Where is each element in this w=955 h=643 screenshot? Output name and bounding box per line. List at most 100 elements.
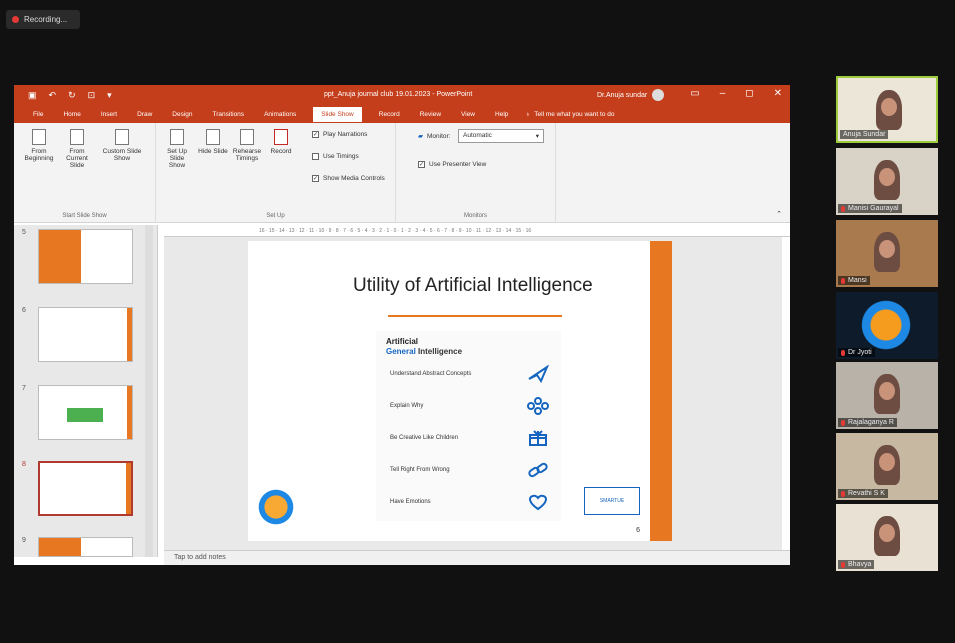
slide-thumbnails-pane: 5 6 7 8 9 [14, 225, 158, 557]
rehearse-icon [240, 129, 254, 145]
agi-item: Be Creative Like Children [382, 425, 557, 451]
agi-item-text: Be Creative Like Children [390, 435, 459, 441]
thumbnail-image [38, 537, 133, 557]
custom-show-icon [115, 129, 129, 145]
from-beginning-button[interactable]: From Beginning [24, 129, 54, 162]
tab-insert[interactable]: Insert [98, 107, 120, 122]
title-underline [388, 315, 562, 317]
show-media-controls-checkbox[interactable]: ✓ Show Media Controls [312, 175, 385, 182]
participant-video [874, 516, 900, 556]
recording-indicator[interactable]: Recording... [6, 10, 80, 29]
save-icon[interactable]: ▣ [28, 90, 37, 101]
participant-name: Mansi [848, 277, 867, 284]
agi-item-text: Have Emotions [390, 499, 431, 505]
participant-name: Revathi S K [848, 490, 885, 497]
participant-tile[interactable]: Dr Jyoti [836, 292, 938, 359]
participant-label: Manisi Gaurayal [838, 204, 902, 213]
user-name: Dr.Anuja sundar [597, 91, 648, 99]
agi-item-text: Understand Abstract Concepts [390, 371, 472, 377]
play-narrations-checkbox[interactable]: ✓ Play Narrations [312, 131, 367, 138]
participant-name: Manisi Gaurayal [848, 205, 899, 212]
agi-infographic: Artificial General Intelligence Understa… [376, 331, 561, 521]
customize-toolbar-icon[interactable]: ▾ [107, 90, 112, 101]
notes-pane[interactable]: Tap to add notes [164, 550, 790, 565]
undo-icon[interactable]: ↶ [49, 90, 57, 101]
tell-me-search[interactable]: ♁ Tell me what you want to do [525, 111, 614, 118]
hide-slide-button[interactable]: Hide Slide [198, 129, 228, 155]
record-label: Record [270, 148, 292, 155]
agi-item-text: Explain Why [390, 403, 424, 409]
monitor-icon: ▰ [418, 133, 423, 140]
tab-transitions[interactable]: Transitions [210, 107, 248, 122]
thumbnail-image [38, 385, 133, 440]
collapse-ribbon-icon[interactable]: ⌃ [776, 210, 782, 218]
agi-heading-2a: General [386, 347, 416, 356]
participant-tile[interactable]: Revathi S K [836, 433, 938, 500]
slide-page-number: 6 [636, 527, 640, 534]
chevron-down-icon: ▾ [535, 133, 539, 140]
minimize-icon[interactable]: – [720, 88, 726, 99]
participant-label: Revathi S K [838, 489, 888, 498]
tab-help[interactable]: Help [492, 107, 511, 122]
tab-slide-show[interactable]: Slide Show [313, 106, 362, 122]
link-icon [528, 462, 548, 478]
monitor-select[interactable]: Automatic ▾ [458, 129, 544, 143]
redo-icon[interactable]: ↻ [68, 90, 76, 101]
quick-access-toolbar: ▣ ↶ ↻ ⊡ ▾ [14, 90, 112, 101]
play-narrations-label: Play Narrations [323, 131, 368, 138]
thumbnails-scrollbar[interactable] [145, 225, 153, 557]
plane-icon [528, 365, 549, 383]
record-button[interactable]: Record [266, 129, 296, 155]
slide-thumbnail[interactable]: 6 [20, 307, 150, 369]
rehearse-timings-button[interactable]: Rehearse Timings [232, 129, 262, 162]
agi-heading-1: Artificial [386, 337, 419, 346]
college-logo-icon [256, 487, 296, 527]
ribbon-display-icon[interactable]: ▭ [690, 88, 699, 99]
gift-icon [529, 430, 547, 446]
checkbox-checked-icon: ✓ [312, 175, 319, 182]
participant-video [874, 232, 900, 272]
tab-design[interactable]: Design [169, 107, 195, 122]
hide-slide-label: Hide Slide [198, 148, 228, 155]
slide-accent-bar [650, 241, 672, 541]
maximize-icon[interactable]: ◻ [745, 88, 753, 99]
tab-view[interactable]: View [458, 107, 478, 122]
participant-tile[interactable]: Manisi Gaurayal [836, 148, 938, 215]
use-timings-checkbox[interactable]: Use Timings [312, 153, 359, 160]
user-account[interactable]: Dr.Anuja sundar [597, 89, 665, 101]
slideshow-current-icon [70, 129, 84, 145]
presenter-view-checkbox[interactable]: ✓ Use Presenter View [418, 161, 486, 168]
start-group-title: Start Slide Show [62, 213, 107, 219]
from-current-slide-button[interactable]: From Current Slide [62, 129, 92, 169]
monitor-label-row: ▰ Monitor: [418, 132, 451, 141]
participant-tile[interactable]: Rajalaganya R [836, 362, 938, 429]
slide-thumbnail[interactable]: 5 [20, 229, 150, 291]
slide-thumbnail[interactable]: 7 [20, 385, 150, 447]
participant-tile[interactable]: Bhavya [836, 504, 938, 571]
participant-tile[interactable]: Mansi [836, 220, 938, 287]
tab-review[interactable]: Review [417, 107, 444, 122]
participant-tile[interactable]: Anuja Sundar [836, 76, 938, 143]
participant-name: Bhavya [848, 561, 872, 568]
present-icon[interactable]: ⊡ [88, 90, 96, 101]
slide-thumbnail-selected[interactable]: 8 [20, 461, 150, 523]
smart-logo: SMARTUE [584, 487, 640, 515]
custom-slide-show-button[interactable]: Custom Slide Show [102, 129, 142, 162]
participant-label: Mansi [838, 276, 870, 285]
tab-record[interactable]: Record [376, 107, 403, 122]
heart-icon [529, 494, 547, 511]
avatar [652, 89, 665, 101]
set-up-slide-show-button[interactable]: Set Up Slide Show [162, 129, 192, 169]
monitor-label: Monitor: [427, 132, 451, 140]
slideshow-start-icon [32, 129, 46, 145]
hide-slide-icon [206, 129, 220, 145]
thumbnail-number: 7 [22, 385, 26, 392]
tab-file[interactable]: File [30, 107, 46, 122]
tab-draw[interactable]: Draw [134, 107, 155, 122]
mic-muted-icon [841, 205, 845, 212]
current-slide[interactable]: Utility of Artificial Intelligence Artif… [248, 241, 672, 541]
close-icon[interactable]: ✕ [774, 88, 782, 99]
tab-animations[interactable]: Animations [261, 107, 299, 122]
tab-home[interactable]: Home [60, 107, 83, 122]
slide-thumbnail[interactable]: 9 [20, 537, 150, 557]
